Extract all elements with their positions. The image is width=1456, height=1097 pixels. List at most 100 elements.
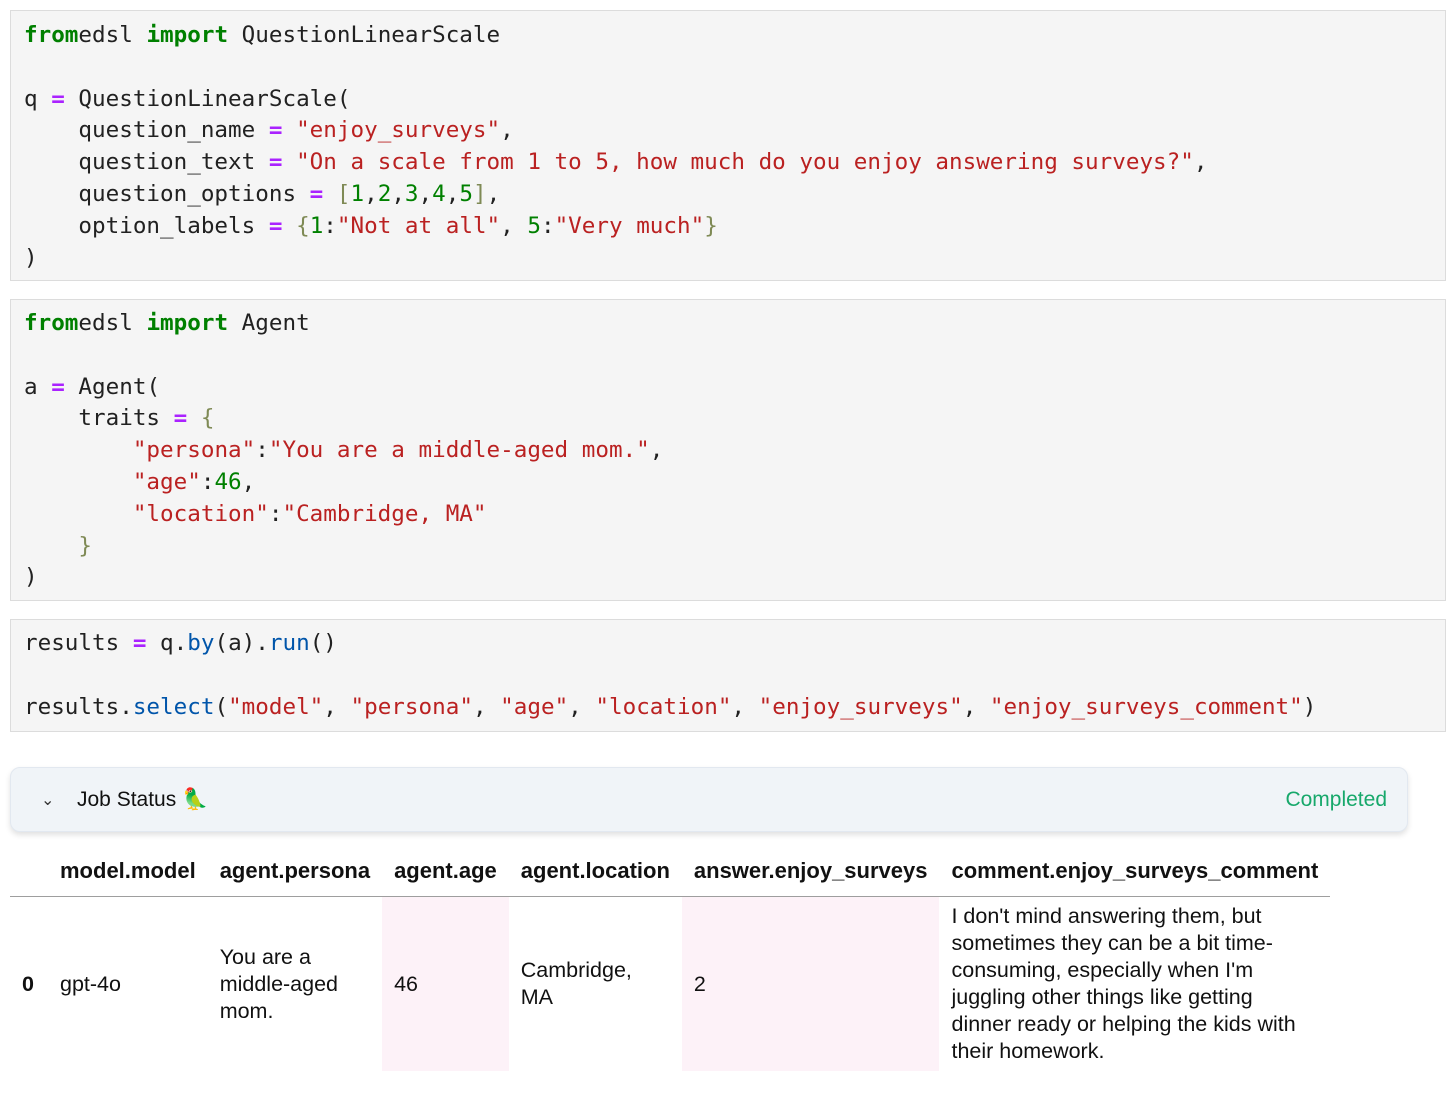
code-line: question_options = [1,2,3,4,5], <box>24 179 1445 211</box>
code-token: Agent <box>228 310 310 336</box>
code-token: : <box>200 468 215 495</box>
code-token: "You are a middle-aged mom." <box>268 437 650 464</box>
code-token: "persona" <box>350 693 473 720</box>
code-token: a <box>24 373 52 400</box>
code-token: : <box>268 500 283 527</box>
chevron-down-icon[interactable]: ⌄ <box>41 790 54 810</box>
code-token: [ <box>336 180 351 207</box>
code-token: import <box>146 22 229 48</box>
code-token: 2 <box>377 180 392 207</box>
code-token: results <box>24 630 133 656</box>
code-token: Agent( <box>64 373 161 400</box>
code-token: = <box>268 149 283 176</box>
code-line: "persona":"You are a middle-aged mom.", <box>24 435 1445 467</box>
code-token: "location" <box>595 693 732 720</box>
code-token: ] <box>472 180 487 207</box>
code-token: , <box>418 180 433 207</box>
code-token: : <box>255 437 269 464</box>
cell-comment: I don't mind answering them, but sometim… <box>951 904 1296 1063</box>
code-token: "age" <box>132 468 201 495</box>
code-token: option_labels <box>24 212 269 239</box>
code-token: , <box>500 212 528 239</box>
code-token: , <box>445 180 460 207</box>
code-line: "age":46, <box>24 467 1445 499</box>
code-line: question_name = "enjoy_surveys", <box>24 115 1445 147</box>
results-table: model.model agent.persona agent.age agen… <box>10 845 1331 1071</box>
code-token: run <box>268 630 310 656</box>
code-token: = <box>309 180 324 207</box>
code-token: = <box>268 212 283 239</box>
code-line: results.select("model", "persona", "age"… <box>24 692 1445 724</box>
code-token: ) <box>1302 693 1317 720</box>
code-token: : <box>323 212 337 239</box>
column-header-age: agent.age <box>382 845 509 897</box>
code-token: } <box>78 532 93 559</box>
code-token: QuestionLinearScale <box>228 22 501 48</box>
code-token: 4 <box>432 180 446 207</box>
code-token: q. <box>146 630 188 656</box>
code-token: from <box>24 22 79 48</box>
cell-age: 46 <box>382 896 509 1071</box>
code-token: , <box>241 468 256 495</box>
code-token: "Cambridge, MA" <box>282 500 487 527</box>
code-token: , <box>962 693 990 720</box>
code-token: import <box>146 310 229 336</box>
code-editor[interactable]: fromedsl import QuestionLinearScale q = Q… <box>11 11 1445 274</box>
code-token: "persona" <box>132 437 256 464</box>
code-line: fromedsl import QuestionLinearScale <box>24 20 1445 52</box>
code-token: question_options <box>24 180 310 207</box>
column-header-comment: comment.enjoy_surveys_comment <box>939 845 1331 897</box>
code-token: , <box>323 693 351 720</box>
code-line: ) <box>24 243 1445 275</box>
code-token: results. <box>24 693 133 720</box>
code-token: , <box>472 693 501 720</box>
code-token: , <box>1193 149 1208 176</box>
column-header-location: agent.location <box>508 845 682 897</box>
code-editor[interactable]: fromedsl import Agent a = Agent( traits =… <box>11 300 1445 594</box>
code-token: edsl <box>78 310 147 336</box>
code-line: q = QuestionLinearScale( <box>24 84 1445 116</box>
code-token: "model" <box>228 693 324 720</box>
job-status-panel[interactable]: ⌄ Job Status 🦜 Completed <box>10 767 1408 832</box>
code-token: question_name <box>24 117 269 144</box>
code-token: } <box>704 212 718 239</box>
code-token: , <box>364 180 378 207</box>
code-cell-run[interactable]: results = q.by(a).run() results.select("m… <box>10 619 1446 732</box>
code-token: { <box>200 405 215 432</box>
code-token: 5 <box>459 180 473 207</box>
cell-answer: 2 <box>681 896 940 1071</box>
code-token: by <box>187 630 215 656</box>
code-token: 46 <box>214 468 242 495</box>
code-token: , <box>391 180 405 207</box>
code-token: = <box>268 117 283 144</box>
code-line: ) <box>24 562 1445 594</box>
code-token: "enjoy_surveys" <box>296 117 501 144</box>
code-token: , <box>731 693 759 720</box>
code-line: "location":"Cambridge, MA" <box>24 499 1445 531</box>
code-line: } <box>24 531 1445 563</box>
code-token: traits <box>24 405 174 432</box>
code-token: 1 <box>309 212 324 239</box>
code-token: "enjoy_surveys_comment" <box>989 693 1303 720</box>
code-token: (a). <box>214 630 269 656</box>
column-header-persona: agent.persona <box>207 845 383 897</box>
row-index: 0 <box>22 971 34 996</box>
code-cell-agent[interactable]: fromedsl import Agent a = Agent( traits =… <box>10 299 1446 601</box>
code-editor[interactable]: results = q.by(a).run() results.select("m… <box>11 620 1445 723</box>
status-badge: Completed <box>1285 788 1387 811</box>
column-header-answer: answer.enjoy_surveys <box>681 845 940 897</box>
code-token: from <box>24 310 79 336</box>
code-token: edsl <box>78 22 147 48</box>
code-line: results = q.by(a).run() <box>24 628 1445 660</box>
code-cell-question[interactable]: fromedsl import QuestionLinearScale q = Q… <box>10 10 1446 281</box>
cell-persona: You are a middle-aged mom. <box>219 944 339 1023</box>
table-row: 0 gpt-4o You are a middle-aged mom. 46 C… <box>10 896 1330 1071</box>
